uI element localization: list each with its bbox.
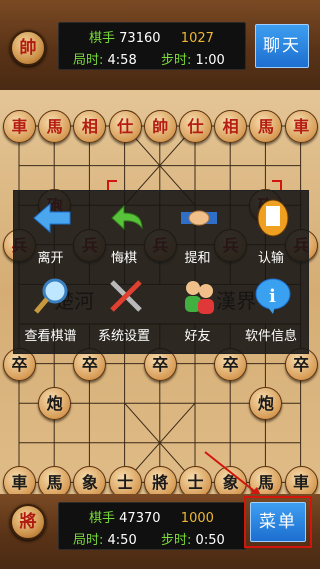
step-time-label: 步时: — [161, 533, 192, 548]
pointer-arrow — [204, 451, 262, 498]
player-rank: 1000 — [180, 511, 214, 526]
menu-button[interactable]: 菜单 — [250, 502, 306, 542]
bottom-player-bar: 將 棋手 47370 1000 局时: 4:50 步时: 0:50 菜单 — [0, 494, 320, 569]
bottom-player-avatar[interactable]: 將 — [10, 504, 46, 540]
player-score: 47370 — [119, 511, 161, 526]
game-time: 4:50 — [107, 533, 137, 548]
step-time: 0:50 — [195, 533, 225, 548]
player-label: 棋手 — [89, 511, 116, 526]
game-time-label: 局时: — [73, 533, 104, 548]
bottom-player-info: 棋手 47370 1000 局时: 4:50 步时: 0:50 — [58, 502, 246, 550]
